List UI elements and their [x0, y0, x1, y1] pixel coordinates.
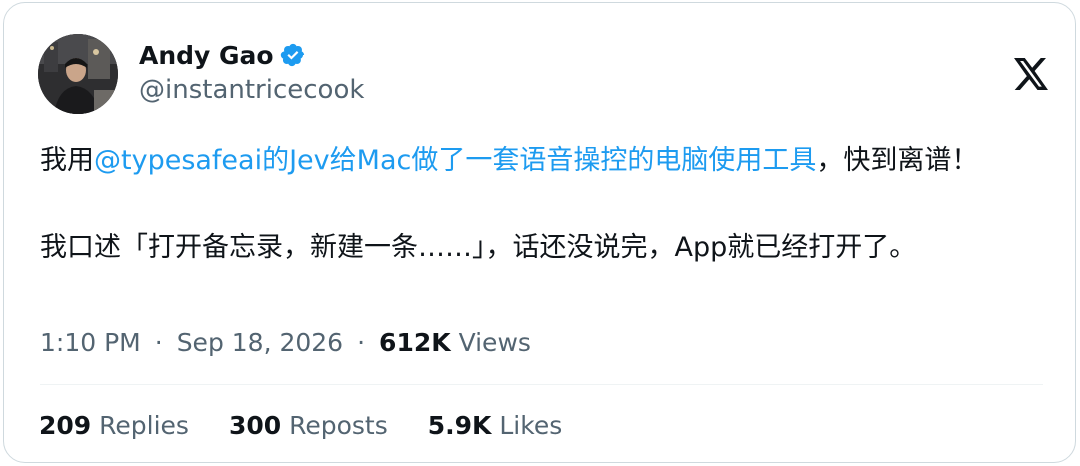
verified-badge-icon	[280, 42, 306, 68]
reposts-label: Reposts	[289, 411, 388, 440]
likes-count: 5.9K	[427, 411, 492, 440]
meta-separator: ·	[154, 328, 163, 357]
x-logo-icon[interactable]	[1014, 58, 1048, 90]
divider	[40, 384, 1043, 385]
engagement-stats: 209 Replies 300 Reposts 5.9K Likes	[39, 411, 602, 440]
likes-label: Likes	[499, 411, 563, 440]
tweet-paragraph-2: 我口述「打开备忘录，新建一条……」，话还没说完，App就已经打开了。	[40, 232, 917, 263]
likes-stat[interactable]: 5.9K Likes	[428, 411, 563, 440]
meta-separator: ·	[357, 328, 366, 357]
tweet-time[interactable]: 1:10 PM	[40, 328, 141, 357]
tweet-text-prefix: 我用	[40, 145, 94, 176]
tweet-paragraph-1: 我用@typesafeai的Jev给Mac做了一套语音操控的电脑使用工具，快到离…	[40, 139, 1050, 182]
tweet-text-suffix: ，快到离谱！	[816, 145, 979, 176]
tweet-meta: 1:10 PM · Sep 18, 2026 · 612K Views	[40, 328, 531, 357]
tweet-date[interactable]: Sep 18, 2026	[177, 328, 343, 357]
tweet-text: 我用@typesafeai的Jev给Mac做了一套语音操控的电脑使用工具，快到离…	[40, 139, 1050, 269]
tweet-card[interactable]: Andy Gao @instantricecook 我用@typesafeai的…	[3, 2, 1076, 463]
mention-link[interactable]: @typesafeai的Jev给Mac做了一套语音操控的电脑使用工具	[94, 145, 816, 176]
avatar[interactable]	[38, 34, 118, 114]
replies-label: Replies	[99, 411, 189, 440]
author-display-name[interactable]: Andy Gao	[139, 41, 274, 70]
replies-stat[interactable]: 209 Replies	[39, 411, 189, 440]
replies-count: 209	[39, 411, 92, 440]
views-label: Views	[458, 328, 531, 357]
reposts-count: 300	[228, 411, 282, 440]
author-display-name-row[interactable]: Andy Gao	[139, 39, 306, 71]
reposts-stat[interactable]: 300 Reposts	[229, 411, 388, 440]
views-count: 612K	[379, 328, 451, 357]
author-handle[interactable]: @instantricecook	[139, 75, 364, 105]
